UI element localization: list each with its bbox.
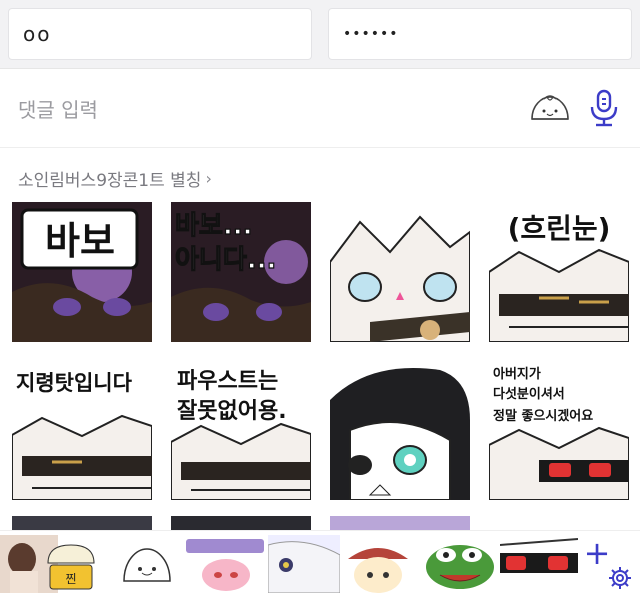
sticker-tray: 찐 + [0, 530, 640, 597]
comment-input[interactable]: 댓글 입력 [18, 94, 98, 123]
tray-sticker-7[interactable] [422, 535, 498, 593]
sticker-directive-fault-text: 지령탓입니다 [16, 371, 133, 395]
sticker-teal-eye[interactable] [330, 360, 470, 500]
dumpling-emoji-icon[interactable] [528, 89, 572, 127]
gear-icon[interactable] [608, 566, 632, 590]
sticker-baka-text: 바보 [45, 219, 115, 263]
sticker-faust-line1: 파우스트는 [177, 369, 278, 394]
sticker-blurry-eyes-text: (흐린눈) [508, 212, 611, 245]
sticker-five-fathers[interactable]: 아버지가 다섯분이셔서 정말 좋으시겠어요 [489, 360, 629, 500]
tray-sticker-4[interactable] [184, 535, 266, 593]
tray-sticker-6[interactable] [342, 535, 414, 593]
sticker-five-fathers-line1: 아버지가 [493, 366, 541, 382]
sticker-pack-title[interactable]: 소인림버스9장콘1트 별칭 › [18, 166, 212, 191]
sticker-row3-3[interactable] [330, 516, 470, 530]
sticker-blank-stare[interactable] [330, 202, 470, 342]
sticker-panel: 소인림버스9장콘1트 별칭 › 바보 바보... 아니다... (흐린눈) 지령… [0, 148, 640, 596]
top-inputs-bar: oo •••••• [0, 0, 640, 68]
sticker-blurry-eyes[interactable]: (흐린눈) [489, 202, 629, 342]
microphone-icon[interactable] [586, 87, 622, 129]
tray-sticker-5[interactable] [268, 535, 340, 593]
comment-row: 댓글 입력 [0, 68, 640, 148]
tray-sticker-3[interactable] [118, 535, 176, 593]
sticker-directive-fault[interactable]: 지령탓입니다 [12, 360, 152, 500]
sticker-five-fathers-line2: 다섯분이셔서 [493, 386, 565, 402]
sticker-faust-innocent[interactable]: 파우스트는 잘못없어용. [171, 360, 311, 500]
sticker-baka-anida-line2: 아니다... [175, 245, 276, 275]
sticker-five-fathers-line3: 정말 좋으시겠어요 [493, 408, 593, 424]
nickname-input[interactable]: oo [8, 8, 312, 60]
nickname-value: oo [23, 22, 52, 46]
password-input[interactable]: •••••• [328, 8, 632, 60]
sticker-baka[interactable]: 바보 [12, 202, 152, 342]
tray-sticker-8[interactable] [500, 535, 578, 593]
sticker-baka-anida[interactable]: 바보... 아니다... [171, 202, 311, 342]
sticker-baka-anida-line1: 바보... [175, 211, 252, 241]
tray-sticker-2[interactable]: 찐 [40, 535, 102, 593]
tray-sticker-2-label: 찐 [65, 572, 76, 586]
sticker-faust-line2: 잘못없어용. [177, 399, 287, 424]
password-value: •••••• [343, 26, 399, 42]
sticker-row3-1[interactable] [12, 516, 152, 530]
sticker-pack-name: 소인림버스9장콘1트 별칭 [18, 171, 202, 191]
sticker-row3-2[interactable] [171, 516, 311, 530]
chevron-right-icon: › [205, 169, 212, 188]
